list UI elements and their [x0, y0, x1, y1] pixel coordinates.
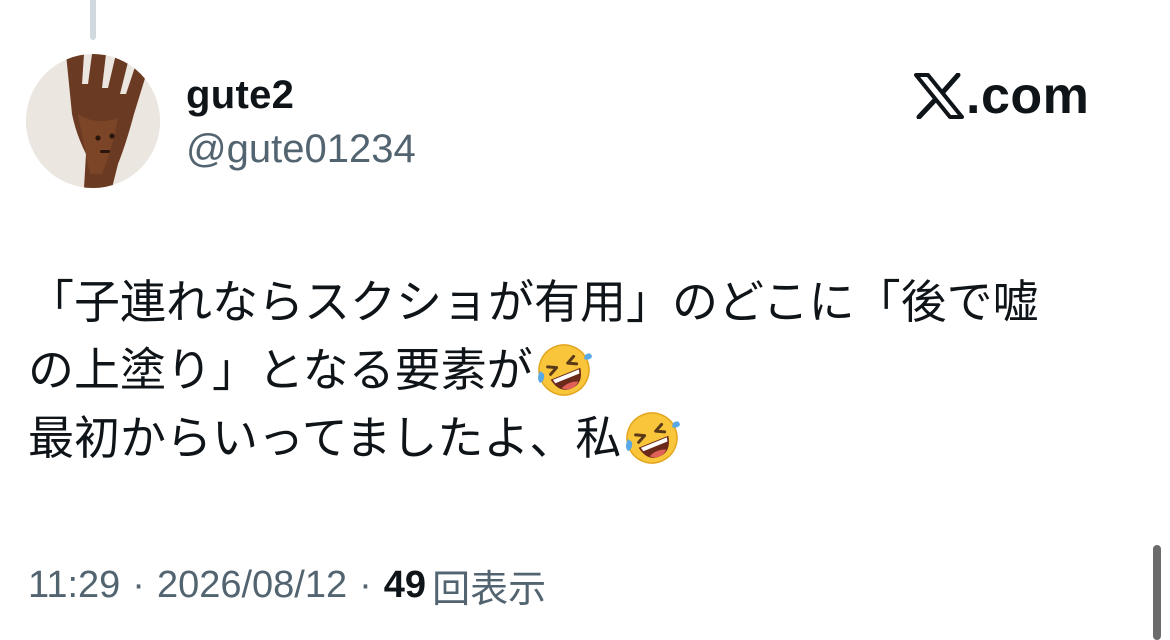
author-handle[interactable]: @gute01234 [186, 124, 416, 174]
meta-separator: · [359, 563, 372, 606]
fork-photo-icon [26, 54, 160, 188]
meta-separator: · [132, 563, 145, 606]
tweet-metadata: 11:29 · 2026/08/12 · 49 回表示 [28, 560, 547, 611]
tweet-line: の上塗り」となる要素が [28, 336, 1148, 404]
brand-domain-text: .com [966, 67, 1090, 125]
scrollbar-thumb[interactable] [1153, 545, 1161, 640]
tweet-time[interactable]: 11:29 [28, 564, 120, 607]
tweet-date[interactable]: 2026/08/12 [157, 564, 347, 607]
avatar[interactable] [26, 54, 160, 188]
tweet-line-text: 「子連れならスクショが有用」のどこに「後で嘘 [28, 276, 1039, 328]
views-label: 回表示 [432, 568, 547, 611]
thread-connector-line [90, 0, 96, 40]
tweet-text: 「子連れならスクショが有用」のどこに「後で嘘 の上塗り」となる要素が 最初からい… [28, 268, 1148, 472]
tweet-line-text: 最初からいってましたよ、私 [28, 412, 622, 464]
tweet-line: 「子連れならスクショが有用」のどこに「後で嘘 [28, 268, 1148, 336]
views-count[interactable]: 49 [384, 564, 426, 607]
tweet-line: 最初からいってましたよ、私 [28, 404, 1148, 472]
brand-logo: .com [914, 66, 1089, 126]
author-display-name[interactable]: gute2 [186, 70, 294, 120]
x-logo-icon [914, 73, 964, 119]
tweet-line-text: の上塗り」となる要素が [28, 344, 533, 396]
rolling-on-the-floor-laughing-icon [535, 341, 593, 399]
rolling-on-the-floor-laughing-icon [623, 409, 681, 467]
